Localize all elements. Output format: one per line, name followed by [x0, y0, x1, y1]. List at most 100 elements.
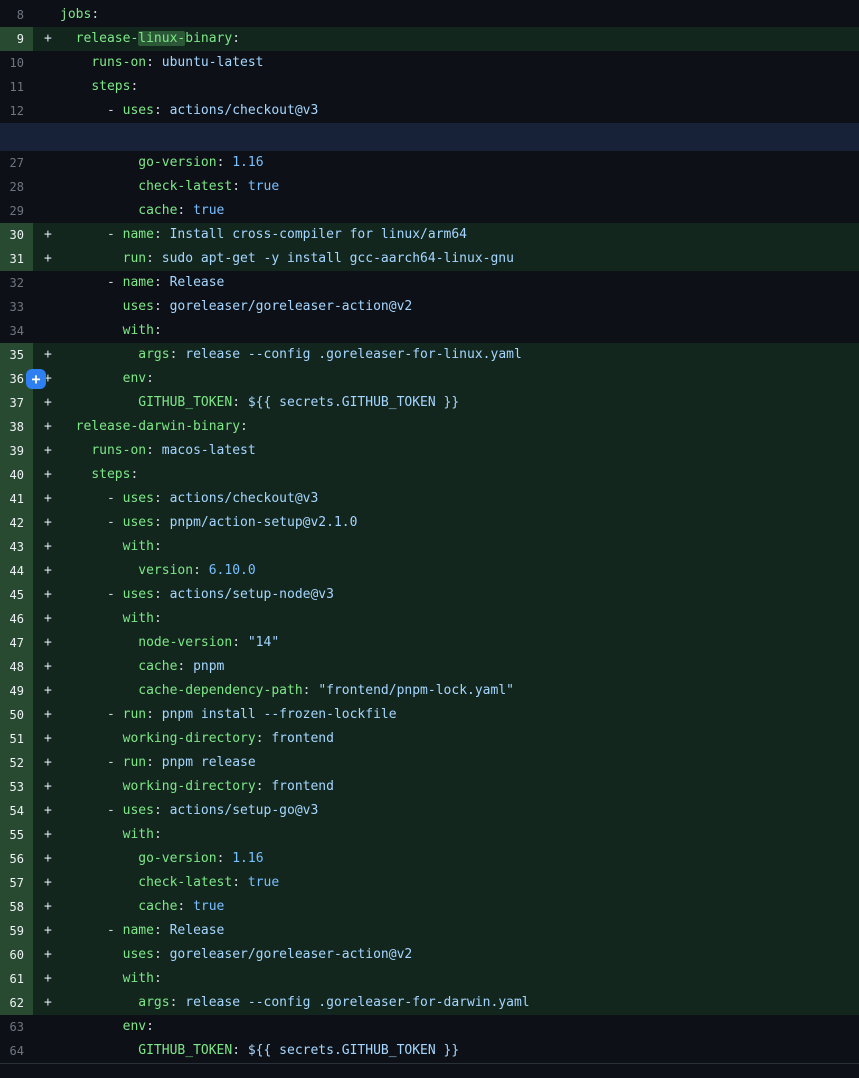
token-punct: -: [107, 707, 123, 722]
line-number[interactable]: 9: [0, 27, 33, 51]
token-key: run: [123, 707, 146, 722]
line-number[interactable]: 44: [0, 559, 33, 583]
token-key: uses: [123, 803, 154, 818]
line-number[interactable]: 37: [0, 391, 33, 415]
diff-marker: +: [33, 631, 60, 655]
line-number[interactable]: 48: [0, 655, 33, 679]
token-str: Install cross-compiler for linux/arm64: [170, 227, 467, 242]
line-number[interactable]: 43: [0, 535, 33, 559]
token-punct: :: [146, 251, 162, 266]
token-key: GITHUB_TOKEN: [138, 395, 232, 410]
token-punct: :: [91, 7, 99, 22]
line-number[interactable]: 28: [0, 175, 33, 199]
diff-row-12: 12 - uses: actions/checkout@v3: [0, 99, 859, 123]
line-number[interactable]: 59: [0, 919, 33, 943]
line-number[interactable]: 57: [0, 871, 33, 895]
line-number[interactable]: 52: [0, 751, 33, 775]
line-number[interactable]: 47: [0, 631, 33, 655]
code-line: args: release --config .goreleaser-for-l…: [60, 343, 859, 367]
diff-view: 8jobs:9+ release-linux-binary:10 runs-on…: [0, 0, 859, 1063]
line-number[interactable]: 30: [0, 223, 33, 247]
line-number[interactable]: 45: [0, 583, 33, 607]
diff-marker: +: [33, 343, 60, 367]
line-number[interactable]: 46: [0, 607, 33, 631]
line-number[interactable]: 51: [0, 727, 33, 751]
line-number[interactable]: 49: [0, 679, 33, 703]
token-str: release --config .goreleaser-for-linux.y…: [185, 347, 522, 362]
token-key: cache: [138, 899, 177, 914]
token-key: runs-on: [91, 55, 146, 70]
token-punct: :: [146, 55, 162, 70]
line-number[interactable]: 8: [0, 3, 33, 27]
line-number[interactable]: 56: [0, 847, 33, 871]
line-number[interactable]: 27: [0, 151, 33, 175]
token-key: env: [123, 371, 146, 386]
line-number[interactable]: 12: [0, 99, 33, 123]
line-number[interactable]: 35: [0, 343, 33, 367]
line-number[interactable]: 54: [0, 799, 33, 823]
line-number[interactable]: 60: [0, 943, 33, 967]
token-num: true: [248, 179, 279, 194]
token-key: uses: [123, 587, 154, 602]
token-punct: :: [217, 851, 233, 866]
token-str: release --config .goreleaser-for-darwin.…: [185, 995, 529, 1010]
diff-row-53: 53+ working-directory: frontend: [0, 775, 859, 799]
token-str: frontend: [271, 779, 334, 794]
line-number[interactable]: 33: [0, 295, 33, 319]
token-key: with: [123, 323, 154, 338]
token-num: 1.16: [232, 155, 263, 170]
line-number[interactable]: 50: [0, 703, 33, 727]
token-punct: :: [146, 371, 154, 386]
token-key: check-latest: [138, 179, 232, 194]
diff-marker: +: [33, 487, 60, 511]
line-number[interactable]: 10: [0, 51, 33, 75]
code-line: release-linux-binary:: [60, 27, 859, 51]
code-line: go-version: 1.16: [60, 847, 859, 871]
line-number[interactable]: 42: [0, 511, 33, 535]
token-punct: :: [154, 827, 162, 842]
line-number[interactable]: 38: [0, 415, 33, 439]
diff-marker: +: [33, 583, 60, 607]
line-number[interactable]: 61: [0, 967, 33, 991]
expand-hidden-lines-band[interactable]: [0, 123, 859, 151]
token-punct: :: [146, 1019, 154, 1034]
line-number[interactable]: 41: [0, 487, 33, 511]
line-number[interactable]: 64: [0, 1039, 33, 1063]
token-str: goreleaser/goreleaser-action@v2: [170, 299, 413, 314]
line-number[interactable]: 62: [0, 991, 33, 1015]
token-key: go-version: [138, 155, 216, 170]
line-number[interactable]: 32: [0, 271, 33, 295]
line-number[interactable]: 31: [0, 247, 33, 271]
token-punct: -: [107, 491, 123, 506]
line-number[interactable]: 39: [0, 439, 33, 463]
token-punct: :: [154, 971, 162, 986]
token-punct: -: [107, 755, 123, 770]
line-number[interactable]: 53: [0, 775, 33, 799]
line-number[interactable]: 34: [0, 319, 33, 343]
token-punct: :: [154, 275, 170, 290]
token-key: node-version: [138, 635, 232, 650]
diff-row-47: 47+ node-version: "14": [0, 631, 859, 655]
line-number[interactable]: 36+: [0, 367, 33, 391]
diff-row-44: 44+ version: 6.10.0: [0, 559, 859, 583]
diff-row-29: 29 cache: true: [0, 199, 859, 223]
token-key: name: [123, 275, 154, 290]
diff-marker: +: [33, 511, 60, 535]
diff-row-46: 46+ with:: [0, 607, 859, 631]
token-key: cache-dependency-path: [138, 683, 302, 698]
diff-marker: +: [33, 847, 60, 871]
line-number[interactable]: 40: [0, 463, 33, 487]
token-punct: :: [256, 779, 272, 794]
line-number[interactable]: 63: [0, 1015, 33, 1039]
diff-marker: +: [33, 679, 60, 703]
code-line: GITHUB_TOKEN: ${{ secrets.GITHUB_TOKEN }…: [60, 1039, 859, 1063]
add-comment-button[interactable]: +: [26, 369, 46, 389]
line-number[interactable]: 58: [0, 895, 33, 919]
line-number[interactable]: 29: [0, 199, 33, 223]
line-number[interactable]: 55: [0, 823, 33, 847]
code-line: - run: pnpm install --frozen-lockfile: [60, 703, 859, 727]
diff-row-61: 61+ with:: [0, 967, 859, 991]
token-str: pnpm: [193, 659, 224, 674]
line-number[interactable]: 11: [0, 75, 33, 99]
code-line: args: release --config .goreleaser-for-d…: [60, 991, 859, 1015]
